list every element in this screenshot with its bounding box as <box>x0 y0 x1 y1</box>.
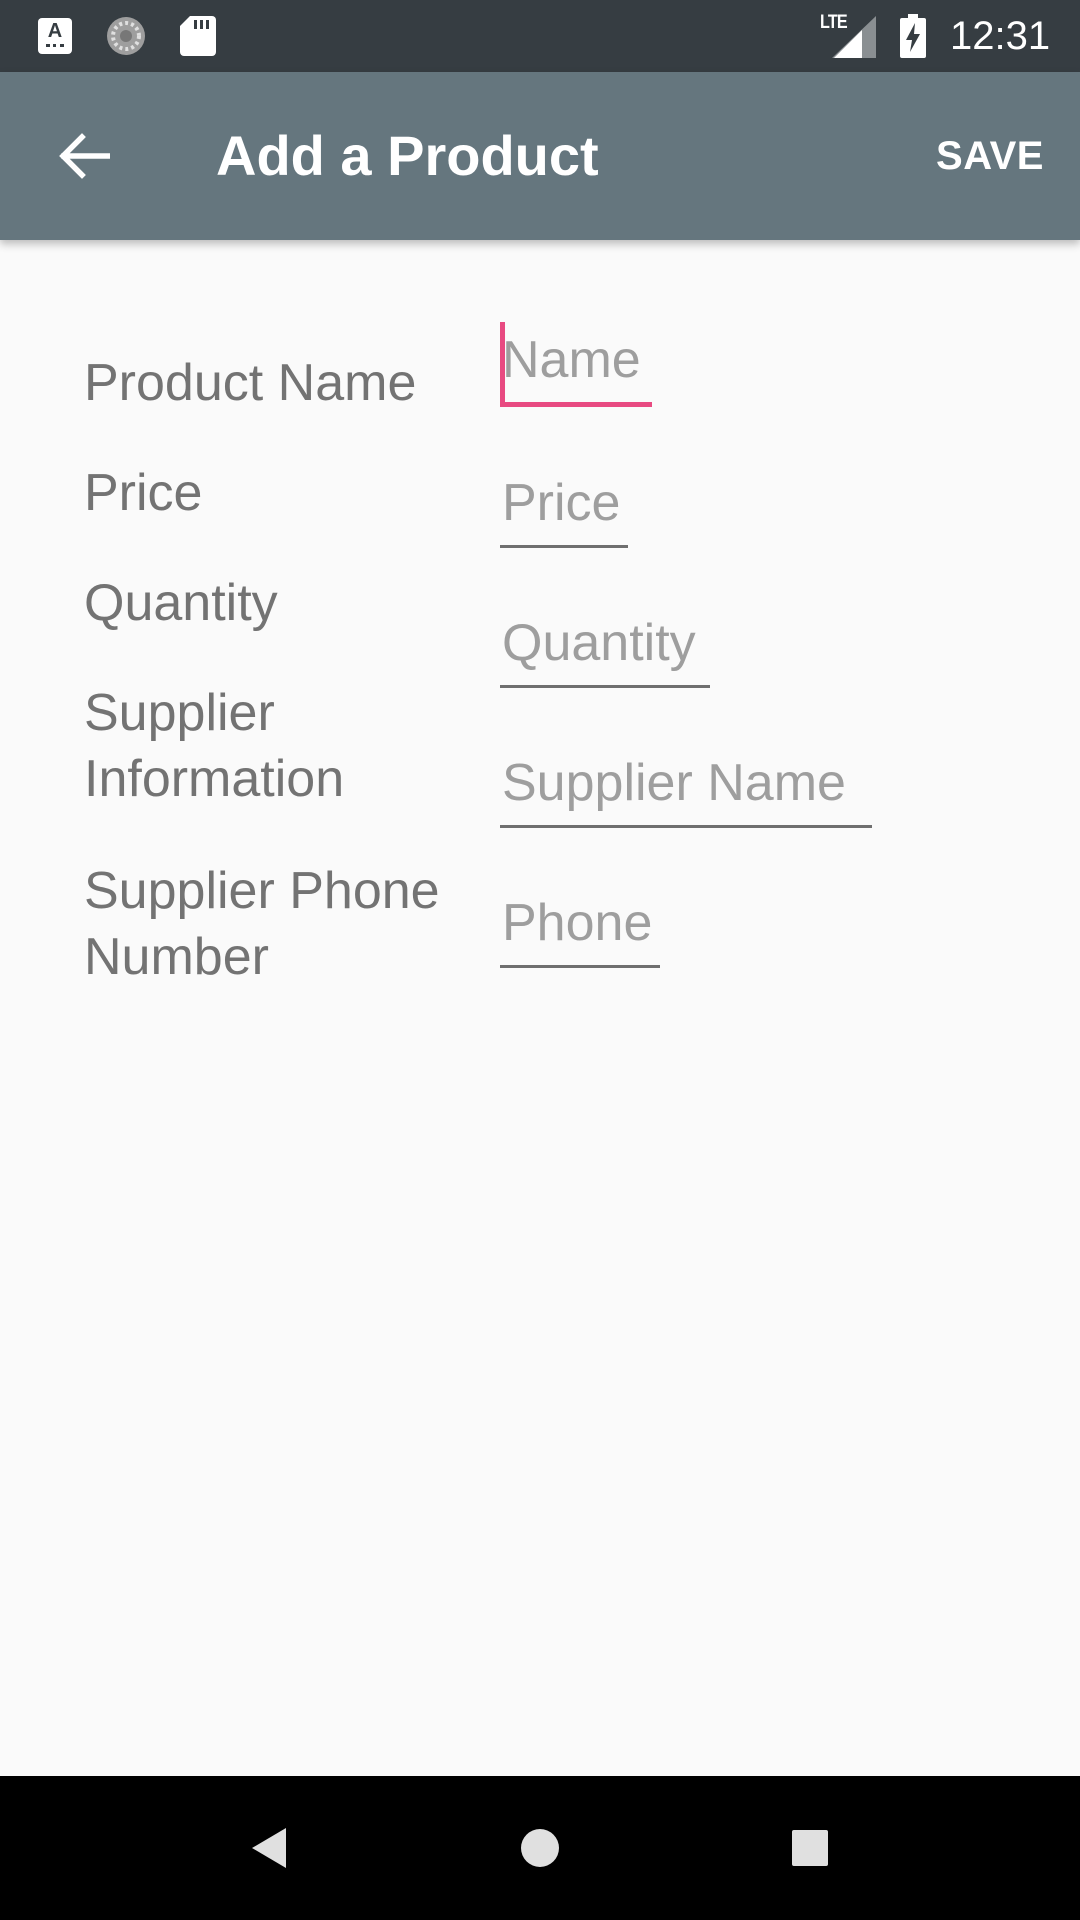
save-button[interactable]: SAVE <box>936 128 1044 184</box>
signal-icon <box>832 16 876 58</box>
keyboard-icon-letter: A <box>47 20 63 42</box>
price-label: Price <box>84 464 203 522</box>
text-cursor <box>500 322 505 402</box>
battery-charging-icon <box>900 14 926 58</box>
home-circle-icon <box>521 1829 559 1867</box>
navigation-bar <box>0 1776 1080 1920</box>
quantity-input[interactable] <box>500 603 710 683</box>
product-name-label: Product Name <box>84 354 417 412</box>
supplier-information-label-line2: Information <box>84 750 345 808</box>
supplier-phone-label: Supplier Phone Number <box>84 858 440 990</box>
supplier-information-label-line1: Supplier <box>84 684 275 742</box>
product-name-input[interactable] <box>500 320 652 400</box>
nav-back-button[interactable] <box>222 1800 318 1896</box>
supplier-name-field[interactable] <box>500 743 872 828</box>
page-title: Add a Product <box>216 124 599 187</box>
product-name-field[interactable] <box>500 320 652 407</box>
back-triangle-icon <box>252 1828 286 1868</box>
supplier-phone-label-line2: Number <box>84 928 269 986</box>
status-time: 12:31 <box>950 14 1051 58</box>
price-field[interactable] <box>500 463 628 548</box>
status-bar: A LTE 12:31 <box>0 0 1080 72</box>
sync-icon <box>107 17 145 55</box>
keyboard-icon: A <box>38 18 72 54</box>
quantity-label: Quantity <box>84 574 278 632</box>
supplier-name-input[interactable] <box>500 743 872 823</box>
quantity-field[interactable] <box>500 603 710 688</box>
phone-input[interactable] <box>500 883 660 963</box>
app-bar: Add a Product SAVE <box>0 72 1080 240</box>
phone-field[interactable] <box>500 883 660 968</box>
nav-home-button[interactable] <box>492 1800 588 1896</box>
nav-recents-button[interactable] <box>762 1800 858 1896</box>
arrow-back-icon <box>59 133 110 179</box>
supplier-information-label: Supplier Information <box>84 680 344 812</box>
recents-square-icon <box>792 1830 828 1866</box>
sd-card-icon <box>180 16 216 56</box>
price-input[interactable] <box>500 463 628 543</box>
supplier-phone-label-line1: Supplier Phone <box>84 862 440 920</box>
back-button[interactable] <box>40 112 128 200</box>
